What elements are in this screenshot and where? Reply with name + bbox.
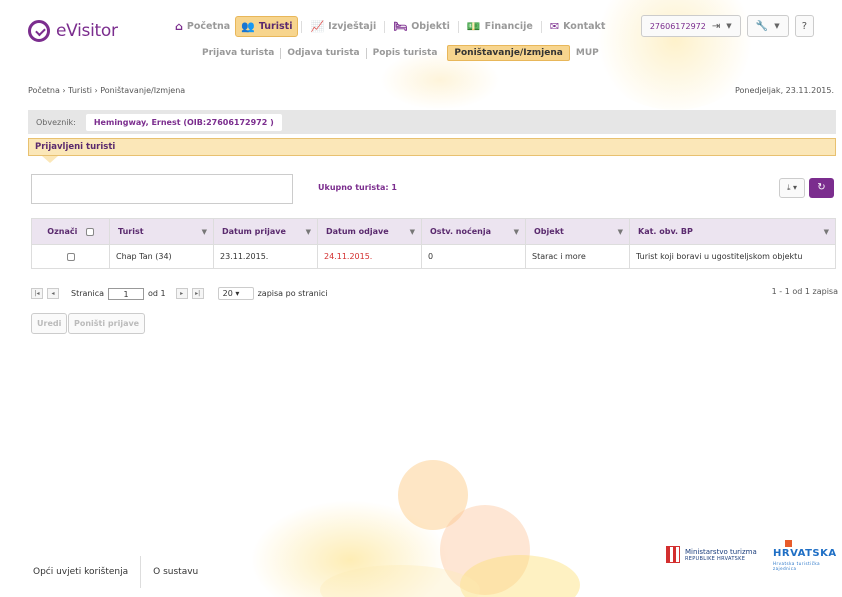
ministry-logo[interactable]: Ministarstvo turizma REPUBLIKE HRVATSKE [666,546,757,563]
filter-icon[interactable]: ▼ [202,228,207,236]
search-input[interactable] [31,174,293,204]
page-size-label: zapisa po stranici [257,289,328,298]
edit-button[interactable]: Uredi [31,313,68,334]
nav-objekti[interactable]: 🛏 Objekti [388,17,455,36]
col-datum-prijave[interactable]: Datum prijave ▼ [213,218,318,245]
account-dropdown[interactable]: 27606172972 ⇥ ▼ [640,15,741,37]
col-datum-odjave[interactable]: Datum odjave ▼ [317,218,422,245]
subnav-prijava[interactable]: Prijava turista [196,46,280,60]
subnav-ponistavanje[interactable]: Poništavanje/Izmjena [447,45,570,61]
mail-icon: ✉ [549,20,560,33]
nav-pocetna[interactable]: ⌂ Početna [170,17,235,36]
footer-links: Opći uvjeti korištenja O sustavu [33,556,198,588]
wrench-icon: 🔧 [755,20,769,32]
refresh-icon: ↻ [817,182,826,193]
current-date: Ponedjeljak, 23.11.2015. [734,86,834,95]
account-id: 27606172972 [649,21,706,31]
cancel-registrations-button[interactable]: Poništi prijave [68,313,146,334]
filter-icon[interactable]: ▼ [618,228,623,236]
about-link[interactable]: O sustavu [153,567,198,577]
refresh-button[interactable]: ↻ [809,178,834,198]
obveznik-bar: Obveznik: Hemingway, Ernest (OIB:2760617… [28,110,836,134]
chevron-down-icon: ▼ [726,22,732,30]
help-icon: ? [801,20,807,32]
filter-icon[interactable]: ▼ [514,228,519,236]
download-icon: ⤓ ▾ [786,183,798,192]
table-row[interactable]: Chap Tan (34) 23.11.2015. 24.11.2015. 0 … [31,244,836,269]
cell-odjava: 24.11.2015. [317,244,422,269]
hrvatska-logo[interactable]: HRVATSKA Hrvatska turistička zajednica [773,540,842,571]
filter-icon[interactable]: ▼ [410,228,415,236]
main-nav: ⌂ Početna 👥 Turisti 📈 Izvještaji 🛏 Objekti 💵… [170,16,610,37]
breadcrumb-item: Poništavanje/Izmjena [100,86,186,95]
breadcrumb: Početna › Turisti › Poništavanje/Izmjena [28,86,186,95]
logo[interactable]: eVisitor [28,20,118,42]
terms-link[interactable]: Opći uvjeti korištenja [33,567,128,577]
subnav-popis[interactable]: Popis turista [367,46,444,60]
cell-prijava: 23.11.2015. [213,244,318,269]
col-turist[interactable]: Turist ▼ [109,218,214,245]
record-count: 1 - 1 od 1 zapisa [771,287,838,296]
select-all-checkbox[interactable] [85,227,94,236]
col-kat-obv[interactable]: Kat. obv. BP ▼ [629,218,836,245]
cell-kat: Turist koji boravi u ugostiteljskom obje… [629,244,836,269]
subnav-odjava[interactable]: Odjava turista [281,46,365,60]
breadcrumb-item[interactable]: Turisti [68,86,92,95]
breadcrumb-item[interactable]: Početna [28,86,60,95]
total-count: Ukupno turista: 1 [318,183,397,192]
export-button[interactable]: ⤓ ▾ [779,178,805,198]
last-page-button[interactable]: ▸| [191,288,204,299]
tourists-table: Označi Turist ▼ Datum prijave ▼ Datum odja… [31,218,836,269]
section-arrow [42,156,58,163]
col-nocenja[interactable]: Ostv. noćenja ▼ [421,218,526,245]
cell-nocenja: 0 [421,244,526,269]
subnav-mup[interactable]: MUP [570,46,605,60]
sub-nav: Prijava turista Odjava turista Popis tur… [196,45,605,61]
of-label: od 1 [148,289,166,298]
money-icon: 💵 [466,20,481,33]
cell-turist: Chap Tan (34) [109,244,214,269]
row-checkbox[interactable] [66,252,75,261]
pager: |◂ ◂ Stranica 1 od 1 ▸ ▸| 20 ▾ zapisa po… [31,287,328,300]
logo-text: eVisitor [56,21,118,41]
home-icon: ⌂ [175,20,183,33]
logo-square-icon [785,540,792,547]
section-title: Prijavljeni turisti [28,138,836,156]
cell-objekt: Starac i more [525,244,630,269]
first-page-button[interactable]: |◂ [31,288,43,299]
filter-icon[interactable]: ▼ [824,228,829,236]
filter-icon[interactable]: ▼ [306,228,311,236]
page-input[interactable]: 1 [108,287,144,300]
chevron-down-icon: ▼ [774,22,780,30]
obveznik-value[interactable]: Hemingway, Ernest (OIB:27606172972 ) [85,113,282,131]
croatia-crest-icon [666,546,680,563]
account-controls: 27606172972 ⇥ ▼ 🔧 ▼ ? [640,15,814,37]
bed-icon: 🛏 [393,20,408,33]
nav-izvjestaji[interactable]: 📈 Izvještaji [305,17,381,36]
col-objekt[interactable]: Objekt ▼ [525,218,630,245]
help-button[interactable]: ? [794,15,814,37]
page-size-select[interactable]: 20 ▾ [217,287,254,300]
logo-check-icon [28,20,50,42]
chart-icon: 📈 [310,20,325,33]
nav-kontakt[interactable]: ✉ Kontakt [545,17,611,36]
nav-financije[interactable]: 💵 Financije [462,17,538,36]
nav-turisti[interactable]: 👥 Turisti [235,16,299,37]
settings-dropdown[interactable]: 🔧 ▼ [746,15,789,37]
next-page-button[interactable]: ▸ [175,288,188,299]
col-oznaci: Označi [31,218,110,245]
logout-icon: ⇥ [711,20,721,32]
obveznik-label: Obveznik: [36,117,76,127]
users-icon: 👥 [241,20,255,33]
page-label: Stranica [71,289,104,298]
prev-page-button[interactable]: ◂ [47,288,59,299]
